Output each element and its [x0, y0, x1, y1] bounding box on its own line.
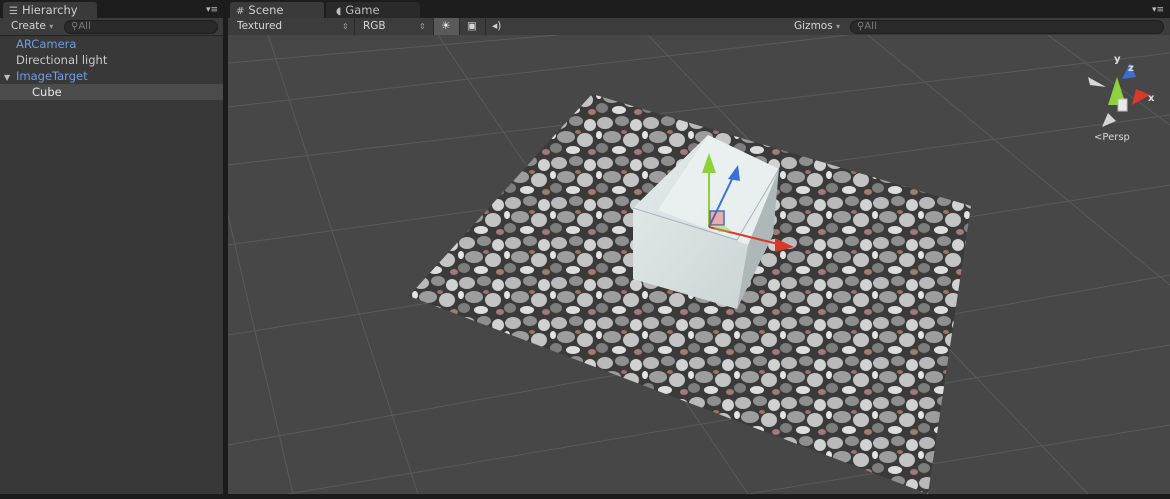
gizmos-label: Gizmos: [794, 20, 833, 32]
hierarchy-item-label: Directional light: [16, 53, 108, 67]
panel-menu-icon[interactable]: ▾≡: [1152, 5, 1164, 15]
gizmos-dropdown[interactable]: Gizmos ▾: [794, 19, 840, 34]
gizmo-z-label: z: [1128, 63, 1134, 74]
hierarchy-item-label: Cube: [32, 85, 62, 99]
hierarchy-search-placeholder: All: [78, 21, 91, 32]
scene-audio-toggle[interactable]: ◂): [486, 18, 512, 35]
panel-menu-icon[interactable]: ▾≡: [206, 5, 218, 15]
hierarchy-item-label: ARCamera: [16, 37, 77, 51]
orientation-gizmo[interactable]: y z x <Persp: [1088, 54, 1155, 143]
scene-tabstrip: # Scene ◖ Game ▾≡: [228, 0, 1170, 18]
tab-hierarchy-label: Hierarchy: [21, 3, 78, 17]
color-channel-dropdown[interactable]: RGB ⇕: [355, 18, 434, 35]
tab-game[interactable]: ◖ Game: [326, 2, 420, 18]
image-icon: ▣: [467, 20, 477, 32]
render-mode-dropdown[interactable]: Textured ⇕: [228, 18, 355, 35]
create-dropdown[interactable]: Create ▾: [11, 19, 53, 34]
hierarchy-item-label: ImageTarget: [16, 69, 88, 83]
bottom-divider: [0, 494, 1170, 499]
hierarchy-item-imagetarget[interactable]: ▼ ImageTarget: [0, 68, 223, 84]
color-channel-label: RGB: [363, 20, 386, 32]
scene-search-placeholder: All: [864, 21, 877, 32]
projection-label[interactable]: <Persp: [1094, 132, 1130, 143]
hierarchy-item-cube[interactable]: Cube: [0, 84, 223, 100]
hierarchy-panel: ☰ Hierarchy ▾≡ Create ▾ ⚲All ARCamera Dir…: [0, 0, 223, 494]
scene-fx-toggle[interactable]: ▣: [460, 18, 486, 35]
scene-render: y z x <Persp: [228, 35, 1170, 494]
tab-scene[interactable]: # Scene: [230, 2, 324, 18]
scene-panel: # Scene ◖ Game ▾≡ Textured ⇕ RGB ⇕ ☀ ▣ ◂) …: [228, 0, 1170, 494]
create-label: Create: [11, 20, 46, 32]
hierarchy-item-directional-light[interactable]: Directional light: [0, 52, 223, 68]
hierarchy-item-arcamera[interactable]: ARCamera: [0, 36, 223, 52]
speaker-icon: ◂): [492, 20, 502, 32]
hierarchy-toolbar: Create ▾ ⚲All: [0, 18, 223, 36]
chevron-down-icon: ▾: [49, 22, 54, 31]
hierarchy-tabstrip: ☰ Hierarchy ▾≡: [0, 0, 223, 18]
render-mode-label: Textured: [237, 20, 283, 32]
updown-arrow-icon: ⇕: [419, 22, 426, 31]
hierarchy-search-input[interactable]: ⚲All: [64, 20, 218, 34]
updown-arrow-icon: ⇕: [342, 22, 349, 31]
tab-hierarchy[interactable]: ☰ Hierarchy: [3, 2, 97, 18]
scene-search-input[interactable]: ⚲All: [850, 20, 1164, 34]
tab-game-label: Game: [345, 3, 380, 17]
gizmo-y-label: y: [1114, 54, 1121, 65]
scene-viewport[interactable]: y z x <Persp: [228, 35, 1170, 494]
projection-text: Persp: [1102, 132, 1130, 143]
gizmo-x-label: x: [1148, 93, 1155, 104]
chevron-down-icon: ▾: [836, 22, 841, 31]
tab-scene-label: Scene: [248, 3, 284, 17]
sun-icon: ☀: [441, 20, 451, 32]
scene-toolbar: Textured ⇕ RGB ⇕ ☀ ▣ ◂) Gizmos ▾ ⚲All: [228, 18, 1170, 36]
scene-lighting-toggle[interactable]: ☀: [434, 18, 460, 35]
persp-icon: <: [1094, 132, 1102, 143]
